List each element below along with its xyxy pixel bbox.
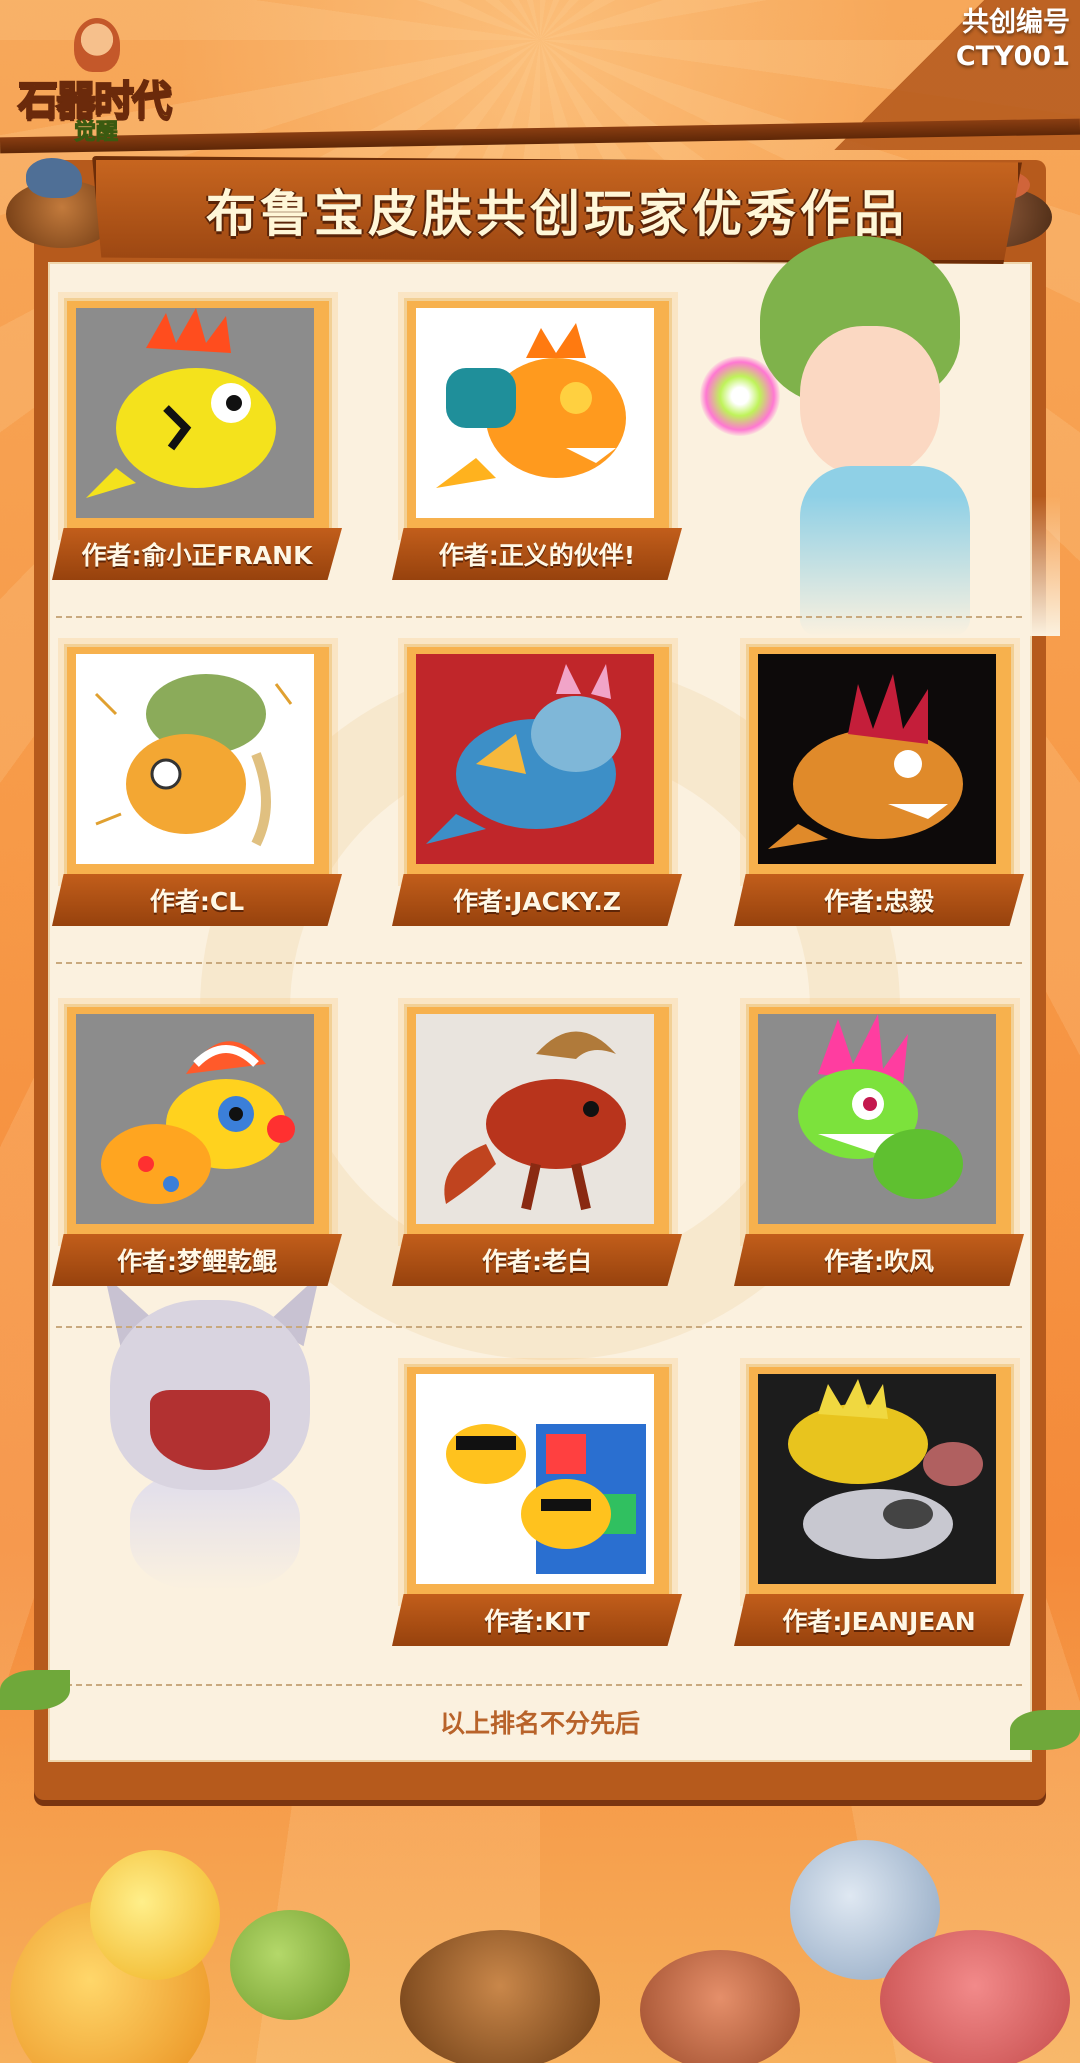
- girl-character-illustration: [690, 236, 1060, 636]
- work-card[interactable]: 作者:俞小正FRANK: [52, 298, 342, 588]
- work-card[interactable]: 作者:正义的伙伴!: [392, 298, 682, 588]
- author-label: 作者:KIT: [392, 1594, 682, 1646]
- author-label: 作者:CL: [52, 874, 342, 926]
- author-label: 作者:正义的伙伴!: [392, 528, 682, 580]
- food-decoration: [0, 1670, 1080, 2063]
- artwork-clown-dino: [76, 1014, 314, 1224]
- logo-character-icon: [74, 18, 120, 72]
- work-card[interactable]: 作者:忠毅: [734, 644, 1024, 934]
- artwork-green-dino: [758, 1014, 996, 1224]
- work-card[interactable]: 作者:梦鲤乾鲲: [52, 1004, 342, 1294]
- logo-subtitle: 觉醒: [73, 120, 119, 146]
- work-card[interactable]: 作者:JEANJEAN: [734, 1364, 1024, 1654]
- glowing-orb-icon: [700, 356, 780, 436]
- author-label: 作者:忠毅: [734, 874, 1024, 926]
- work-card[interactable]: 作者:CL: [52, 644, 342, 934]
- artwork-backpack-dino: [416, 308, 654, 518]
- row-divider: [56, 616, 1022, 618]
- artwork-robot-dino: [758, 1374, 996, 1584]
- serial-code: CTY001: [955, 41, 1070, 72]
- author-label: 作者:梦鲤乾鲲: [52, 1234, 342, 1286]
- author-label: 作者:俞小正FRANK: [52, 528, 342, 580]
- work-card[interactable]: 作者:KIT: [392, 1364, 682, 1654]
- work-card[interactable]: 作者:JACKY.Z: [392, 644, 682, 934]
- row-divider: [56, 1326, 1022, 1328]
- work-card[interactable]: 作者:吹风: [734, 1004, 1024, 1294]
- serial-label: 共创编号: [962, 7, 1070, 38]
- artwork-tiger-dino: [416, 654, 654, 864]
- artwork-sketch-dino: [76, 654, 314, 864]
- row-divider: [56, 1684, 1022, 1686]
- author-label: 作者:JEANJEAN: [734, 1594, 1024, 1646]
- stone-dino-illustration: [70, 1263, 350, 1590]
- game-logo: 石器时代 觉醒: [14, 18, 184, 146]
- artwork-lion-dino: [416, 1014, 654, 1224]
- row-divider: [56, 962, 1022, 964]
- ranking-footnote: 以上排名不分先后: [439, 1709, 640, 1738]
- work-card[interactable]: 作者:老白: [392, 1004, 682, 1294]
- serial-number: 共创编号 CTY001: [956, 6, 1070, 74]
- author-label: 作者:吹风: [734, 1234, 1024, 1286]
- artwork-crystal-dino: [758, 654, 996, 864]
- artwork-flame-dino: [76, 308, 314, 518]
- artwork-hiphop-dino: [416, 1374, 654, 1584]
- author-label: 作者:老白: [392, 1234, 682, 1286]
- author-label: 作者:JACKY.Z: [392, 874, 682, 926]
